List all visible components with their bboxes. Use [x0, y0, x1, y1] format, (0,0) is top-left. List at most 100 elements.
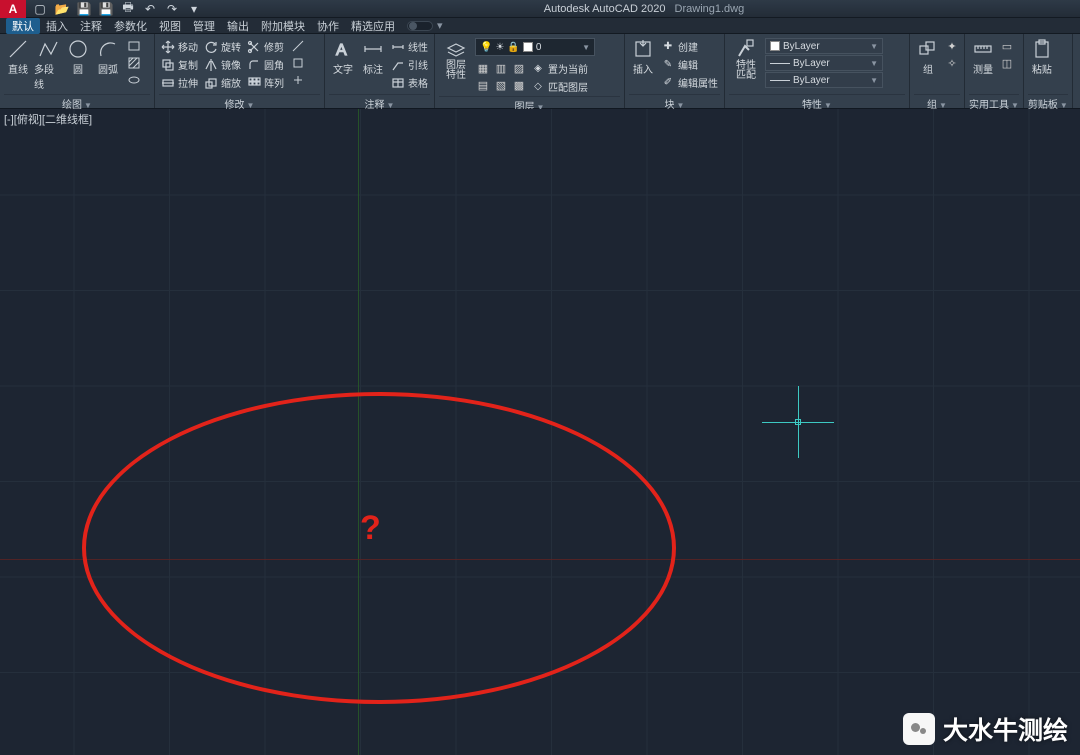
- grid: [0, 109, 1080, 755]
- table-button[interactable]: 表格: [389, 74, 430, 91]
- tab-default[interactable]: 默认: [6, 18, 40, 34]
- chevron-down-icon: ▼: [870, 59, 878, 68]
- stretch-button[interactable]: 拉伸: [159, 74, 200, 91]
- matchprops-button[interactable]: 特性 匹配: [729, 36, 763, 81]
- create-button[interactable]: ✚创建: [659, 38, 720, 55]
- ucs-y-axis: [358, 109, 359, 755]
- undo-icon[interactable]: ↶: [142, 1, 158, 17]
- trim-icon: [247, 40, 261, 54]
- text-button[interactable]: A 文字: [329, 36, 357, 76]
- layer-tool4-icon[interactable]: ▧: [493, 77, 509, 93]
- layer-tool5-icon[interactable]: ▨: [511, 60, 527, 76]
- laymatch-icon: ◇: [531, 80, 545, 94]
- arc-icon: [97, 38, 119, 60]
- chevron-down-icon: ▼: [870, 42, 878, 51]
- linear-button[interactable]: 线性: [389, 38, 430, 55]
- group-icon: [917, 38, 939, 60]
- layer-tool2-icon[interactable]: ▤: [475, 77, 491, 93]
- lineweight-dropdown[interactable]: ByLayer ▼: [765, 55, 883, 71]
- paste-button[interactable]: 粘贴: [1028, 36, 1056, 76]
- color-dropdown[interactable]: ByLayer ▼: [765, 38, 883, 54]
- tab-switch[interactable]: [407, 21, 433, 31]
- tab-collab[interactable]: 协作: [311, 18, 345, 34]
- tab-addins[interactable]: 附加模块: [255, 18, 311, 34]
- move-button[interactable]: 移动: [159, 38, 200, 55]
- modify-extra3-icon[interactable]: [290, 72, 306, 88]
- open-icon[interactable]: 📂: [54, 1, 70, 17]
- document-name: Drawing1.dwg: [675, 3, 745, 15]
- ellipse-icon[interactable]: [126, 72, 142, 88]
- util-extra1[interactable]: ▭: [999, 38, 1015, 54]
- hatch-icon[interactable]: [126, 55, 142, 71]
- tab-manage[interactable]: 管理: [187, 18, 221, 34]
- measure-icon: [972, 38, 994, 60]
- scale-button[interactable]: 缩放: [202, 74, 243, 91]
- group-extra1[interactable]: ✦: [944, 38, 960, 54]
- saveas-icon[interactable]: 💾: [98, 1, 114, 17]
- dim-icon: [362, 38, 384, 60]
- panel-annot: A 文字 标注 线性 引线 表格 注释▼: [325, 34, 435, 108]
- tab-featured[interactable]: 精选应用: [345, 18, 401, 34]
- sun-icon: ☀: [495, 42, 504, 53]
- laycur-icon: ◈: [531, 62, 545, 76]
- drawing-area[interactable]: [-][俯视][二维线框] ? 大水牛测绘: [0, 109, 1080, 755]
- viewport-label[interactable]: [-][俯视][二维线框]: [4, 111, 92, 127]
- fillet-button[interactable]: 圆角: [245, 56, 286, 73]
- group-extra2[interactable]: ✧: [944, 55, 960, 71]
- app-logo[interactable]: A: [0, 0, 26, 18]
- layer-tool3-icon[interactable]: ▥: [493, 60, 509, 76]
- paste-label: 粘贴: [1032, 61, 1052, 76]
- polyline-button[interactable]: 多段线: [34, 36, 62, 91]
- modify-extra2-icon[interactable]: [290, 55, 306, 71]
- leader-button[interactable]: 引线: [389, 56, 430, 73]
- ribbon: 直线 多段线 圆 圆弧 绘图▼ 移动: [0, 34, 1080, 109]
- linetype-dropdown[interactable]: ByLayer ▼: [765, 72, 883, 88]
- rotate-button[interactable]: 旋转: [202, 38, 243, 55]
- laycur-button[interactable]: ◈置为当前: [529, 60, 590, 77]
- layer-tool1-icon[interactable]: ▦: [475, 60, 491, 76]
- circle-button[interactable]: 圆: [64, 36, 92, 76]
- util-extra2[interactable]: ◫: [999, 55, 1015, 71]
- tab-annotate[interactable]: 注释: [74, 18, 108, 34]
- new-icon[interactable]: ▢: [32, 1, 48, 17]
- redo-icon[interactable]: ↷: [164, 1, 180, 17]
- tab-parametric[interactable]: 参数化: [108, 18, 153, 34]
- group-button[interactable]: 组: [914, 36, 942, 76]
- measure-label: 测量: [973, 61, 993, 76]
- arc-button[interactable]: 圆弧: [94, 36, 122, 76]
- layerprops-button[interactable]: 图层 特性: [439, 36, 473, 81]
- layer-tool6-icon[interactable]: ▩: [511, 77, 527, 93]
- tab-output[interactable]: 输出: [221, 18, 255, 34]
- tab-menu-icon[interactable]: ▾: [437, 19, 443, 32]
- create-icon: ✚: [661, 40, 675, 54]
- edit-button[interactable]: ✎编辑: [659, 56, 720, 73]
- laymatch-button[interactable]: ◇匹配图层: [529, 78, 590, 95]
- measure-button[interactable]: 测量: [969, 36, 997, 76]
- copy-button[interactable]: 复制: [159, 56, 200, 73]
- insertblock-button[interactable]: 插入: [629, 36, 657, 76]
- save-icon[interactable]: 💾: [76, 1, 92, 17]
- table-icon: [391, 76, 405, 90]
- mirror-button[interactable]: 镜像: [202, 56, 243, 73]
- panel-modify: 移动 复制 拉伸 旋转 镜像 缩放 修剪 圆角 阵列 修改▼: [155, 34, 325, 108]
- rect-icon[interactable]: [126, 38, 142, 54]
- line-button[interactable]: 直线: [4, 36, 32, 76]
- plot-icon[interactable]: 🖶: [120, 1, 136, 17]
- panel-group: 组 ✦ ✧ 组▼: [910, 34, 965, 108]
- panel-props: 特性 匹配 ByLayer ▼ ByLayer ▼ ByLayer ▼: [725, 34, 910, 108]
- array-button[interactable]: 阵列: [245, 74, 286, 91]
- qat-more-icon[interactable]: ▾: [186, 1, 202, 17]
- text-label: 文字: [333, 61, 353, 76]
- tab-view[interactable]: 视图: [153, 18, 187, 34]
- modify-extra1-icon[interactable]: [290, 38, 306, 54]
- window-title: Autodesk AutoCAD 2020 Drawing1.dwg: [208, 3, 1080, 15]
- tab-insert[interactable]: 插入: [40, 18, 74, 34]
- editattr-button[interactable]: ✐编辑属性: [659, 74, 720, 91]
- trim-button[interactable]: 修剪: [245, 38, 286, 55]
- layer-dropdown[interactable]: 💡 ☀ 🔒 0 ▼: [475, 38, 595, 56]
- dim-button[interactable]: 标注: [359, 36, 387, 76]
- linear-icon: [391, 40, 405, 54]
- watermark: 大水牛测绘: [903, 711, 1068, 747]
- svg-text:A: A: [336, 42, 347, 59]
- quick-access-toolbar: ▢ 📂 💾 💾 🖶 ↶ ↷ ▾: [26, 1, 208, 17]
